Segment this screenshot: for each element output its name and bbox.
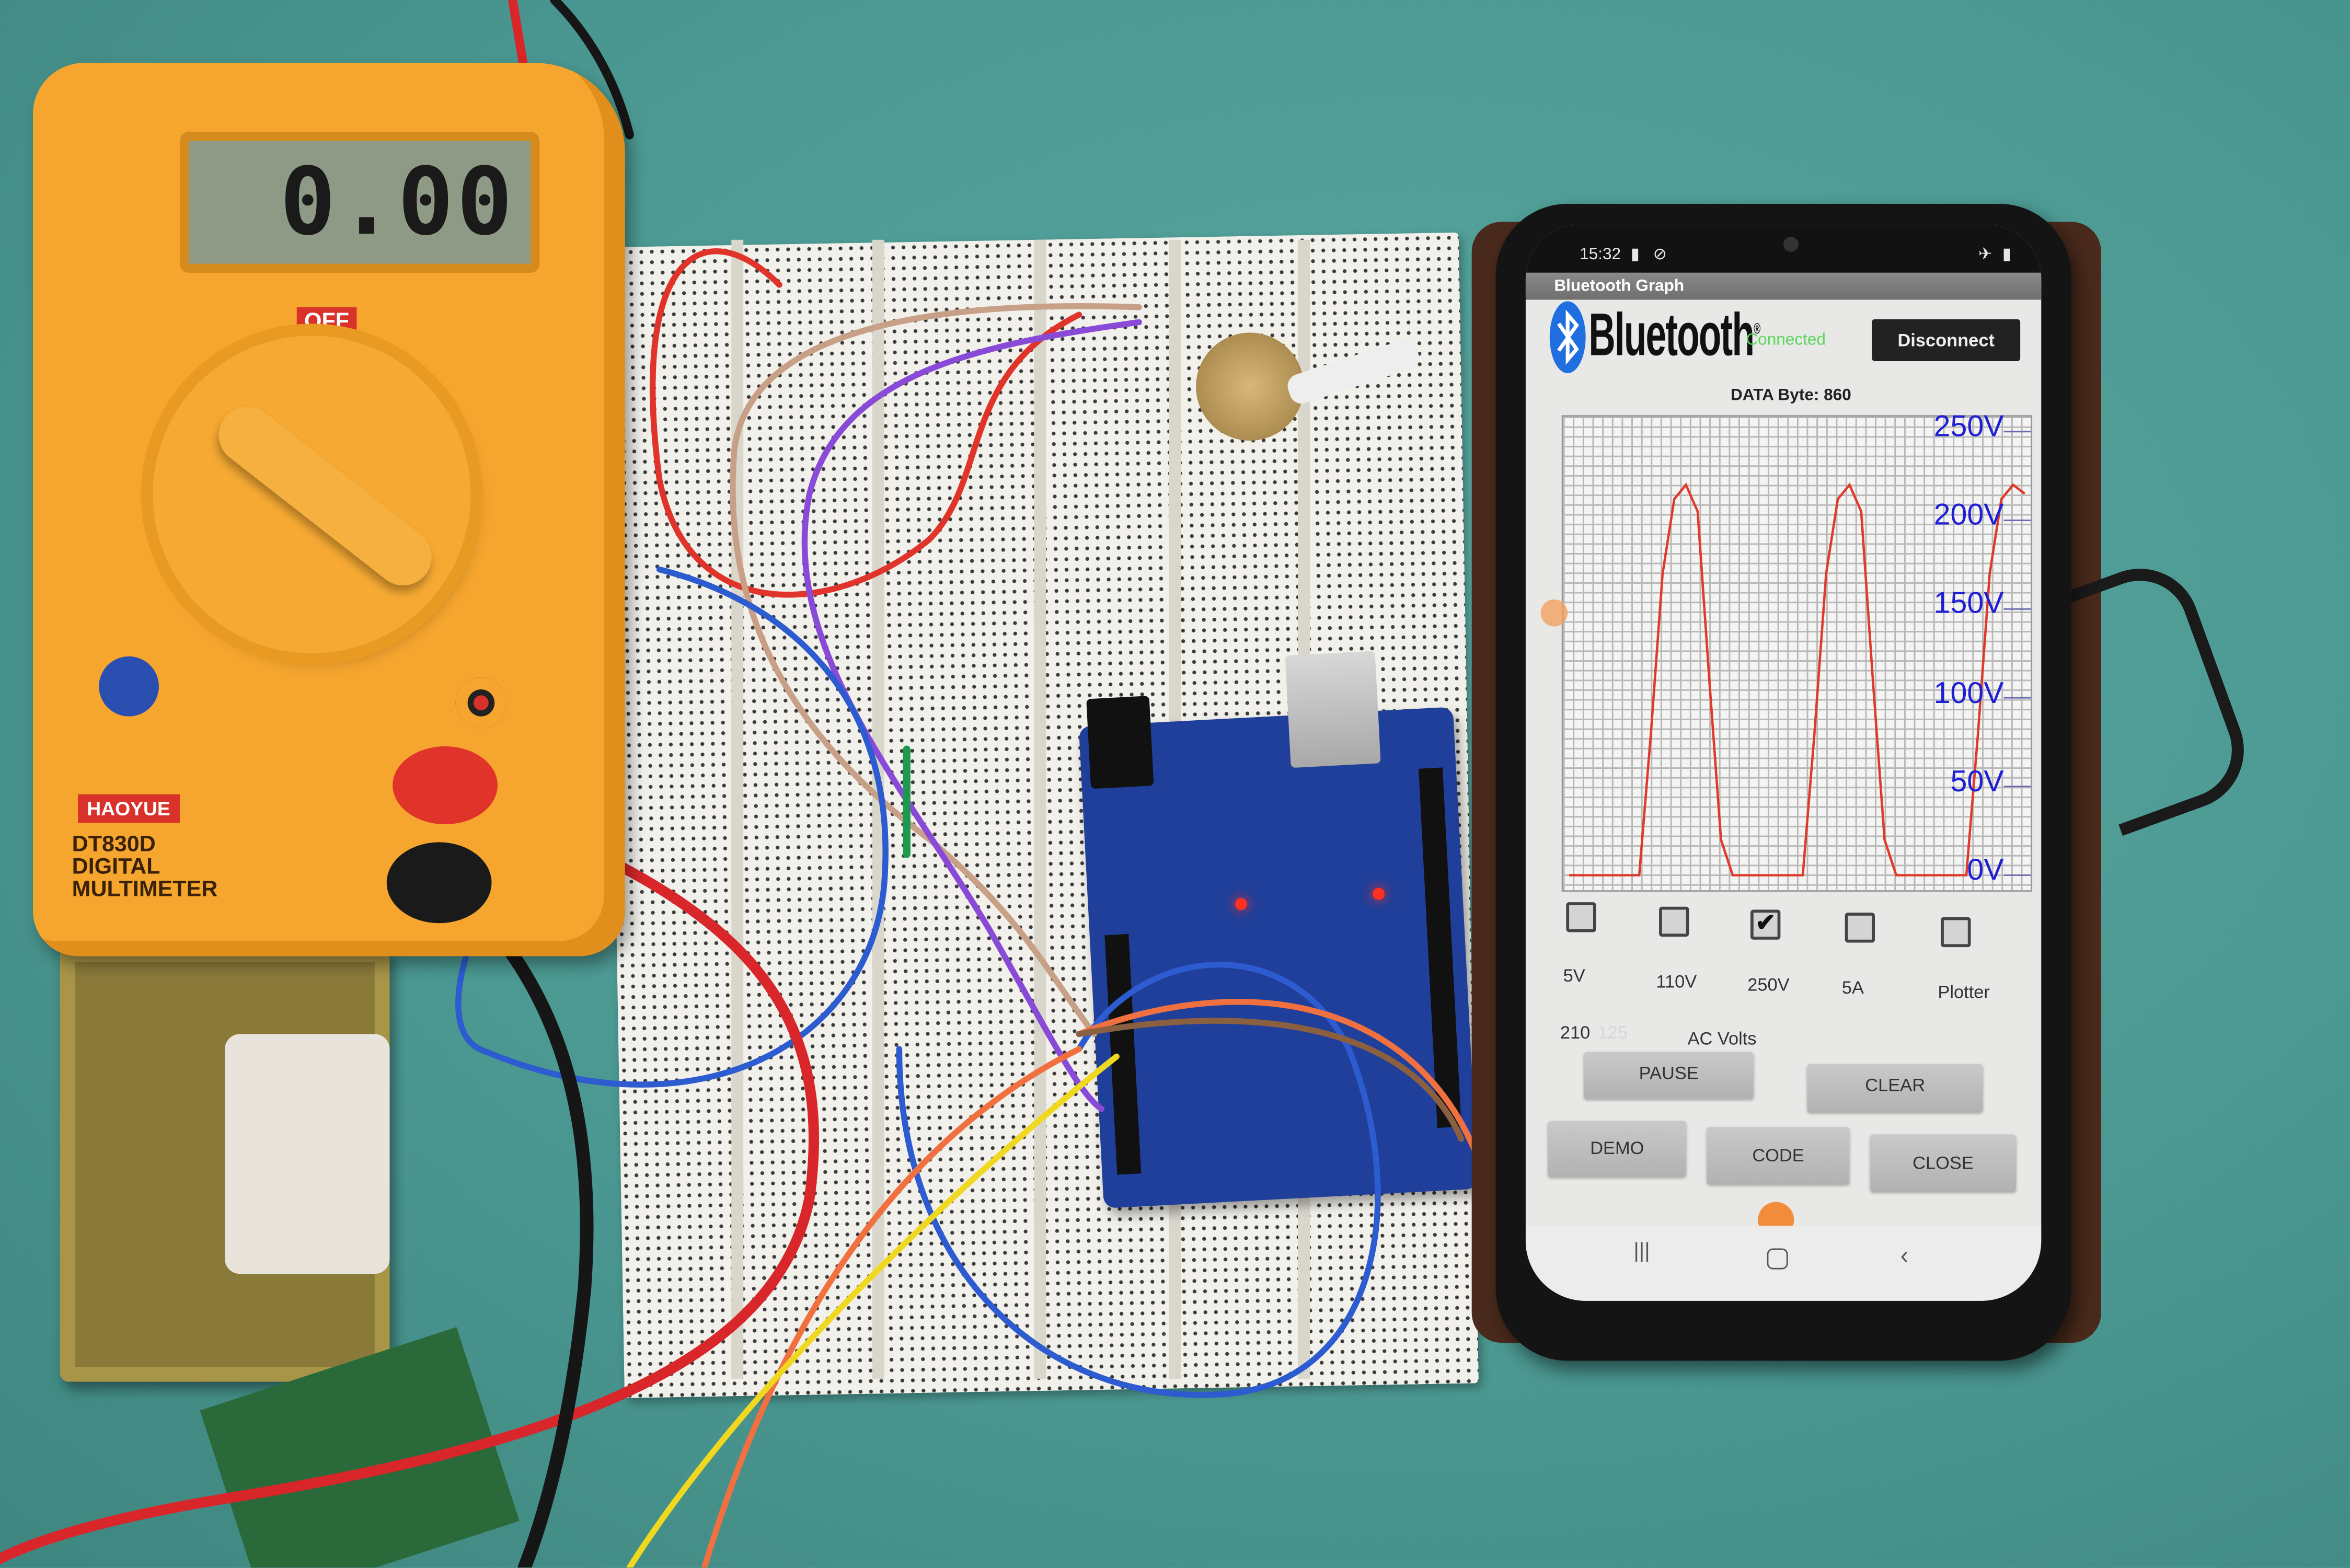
reading-unit: AC Volts — [1687, 1028, 1757, 1050]
wire-red — [650, 248, 1082, 598]
y-tick-label: 0V — [1967, 854, 2004, 887]
reading-faint-value: 125 — [1597, 1022, 1628, 1043]
disconnect-button[interactable]: Disconnect — [1872, 319, 2021, 362]
probe-black-plug — [386, 842, 492, 924]
graph-panel: 0V 50V 100V 150V 200V 250V — [1561, 411, 2033, 892]
close-button[interactable]: CLOSE — [1870, 1134, 2016, 1192]
y-tick-label: 150V — [1933, 588, 2004, 621]
model-line2: MULTIMETER — [72, 877, 218, 903]
front-camera — [1783, 237, 1799, 252]
display-reading: 0.00 — [280, 146, 516, 257]
y-tick-label: 50V — [1950, 765, 2004, 799]
wire-orange2 — [701, 1046, 1082, 1568]
probe-red-plug — [393, 746, 498, 825]
checkbox-label: 110V — [1656, 971, 1697, 993]
checkbox-110v[interactable] — [1659, 906, 1689, 937]
wire-tan — [730, 303, 1142, 1037]
checkbox-label: 250V — [1747, 974, 1790, 995]
checkbox-plotter[interactable] — [1941, 917, 1971, 948]
y-tick-label: 250V — [1933, 410, 2004, 444]
phone-screen: 15:32 ▮ ⊘ ✈ ▮ Bluetooth Graph Bluetooth®… — [1525, 225, 2042, 1301]
rotary-selector[interactable] — [153, 336, 471, 654]
model-label: DT830D DIGITAL MULTIMETER — [72, 833, 218, 901]
app-title-bar: Bluetooth Graph — [1525, 272, 2042, 300]
multimeter: 0.00 OFF HAOYUE DT830D DIGITAL MULTIMETE… — [33, 63, 625, 956]
off-label: OFF — [296, 307, 357, 336]
photo-scene: 0.00 OFF HAOYUE DT830D DIGITAL MULTIMETE… — [0, 0, 2350, 1568]
probe-black — [428, 862, 594, 1568]
navigation-bar: ||| ‹ — [1525, 1226, 2042, 1301]
wire-yellow — [626, 1053, 1120, 1568]
status-bar: 15:32 ▮ ⊘ ✈ ▮ — [1525, 225, 2042, 273]
probe-jack — [455, 677, 507, 729]
checkbox-5v[interactable] — [1566, 902, 1596, 932]
model-name: DT830D — [72, 832, 156, 858]
wire-brown — [1076, 1018, 1465, 1142]
reading-value: 210 — [1560, 1022, 1591, 1043]
recent-apps-icon[interactable]: ||| — [1633, 1238, 1650, 1262]
connection-status: Connected — [1746, 331, 1826, 350]
bluetooth-icon — [1549, 301, 1586, 373]
checkbox-label: Plotter — [1938, 982, 1990, 1003]
model-line1: DIGITAL — [72, 854, 160, 880]
floating-camera-icon[interactable] — [1540, 599, 1568, 627]
demo-button[interactable]: DEMO — [1548, 1121, 1686, 1177]
y-tick-label: 100V — [1933, 676, 2004, 710]
transistor-socket — [99, 656, 159, 717]
back-icon[interactable]: ‹ — [1900, 1244, 1908, 1271]
home-icon[interactable] — [1767, 1248, 1788, 1270]
bluetooth-text: Bluetooth — [1588, 303, 1755, 369]
shield-icon: ⊘ — [1653, 246, 1667, 264]
checkbox-label: 5A — [1841, 977, 1864, 998]
code-button[interactable]: CODE — [1707, 1127, 1850, 1184]
selector-knob[interactable] — [207, 395, 443, 597]
battery-icon: ▮ — [2002, 246, 2012, 264]
airplane-icon: ✈ — [1978, 246, 1992, 264]
checkbox-250v[interactable]: ✔ — [1750, 909, 1781, 940]
status-time: 15:32 — [1580, 246, 1621, 264]
multimeter-display: 0.00 — [180, 132, 540, 273]
video-camera-icon: ▮ — [1630, 246, 1640, 264]
bluetooth-wordmark: Bluetooth® — [1588, 303, 1760, 370]
pause-button[interactable]: PAUSE — [1584, 1052, 1754, 1099]
data-byte-label: DATA Byte: 860 — [1731, 386, 1851, 405]
checkbox-5a[interactable] — [1845, 913, 1875, 943]
brand-logo: HAOYUE — [78, 794, 180, 823]
checkbox-label: 5V — [1563, 965, 1585, 986]
clear-button[interactable]: CLEAR — [1807, 1064, 1983, 1112]
y-tick-label: 200V — [1933, 499, 2004, 533]
waveform-plot — [1569, 431, 2031, 877]
